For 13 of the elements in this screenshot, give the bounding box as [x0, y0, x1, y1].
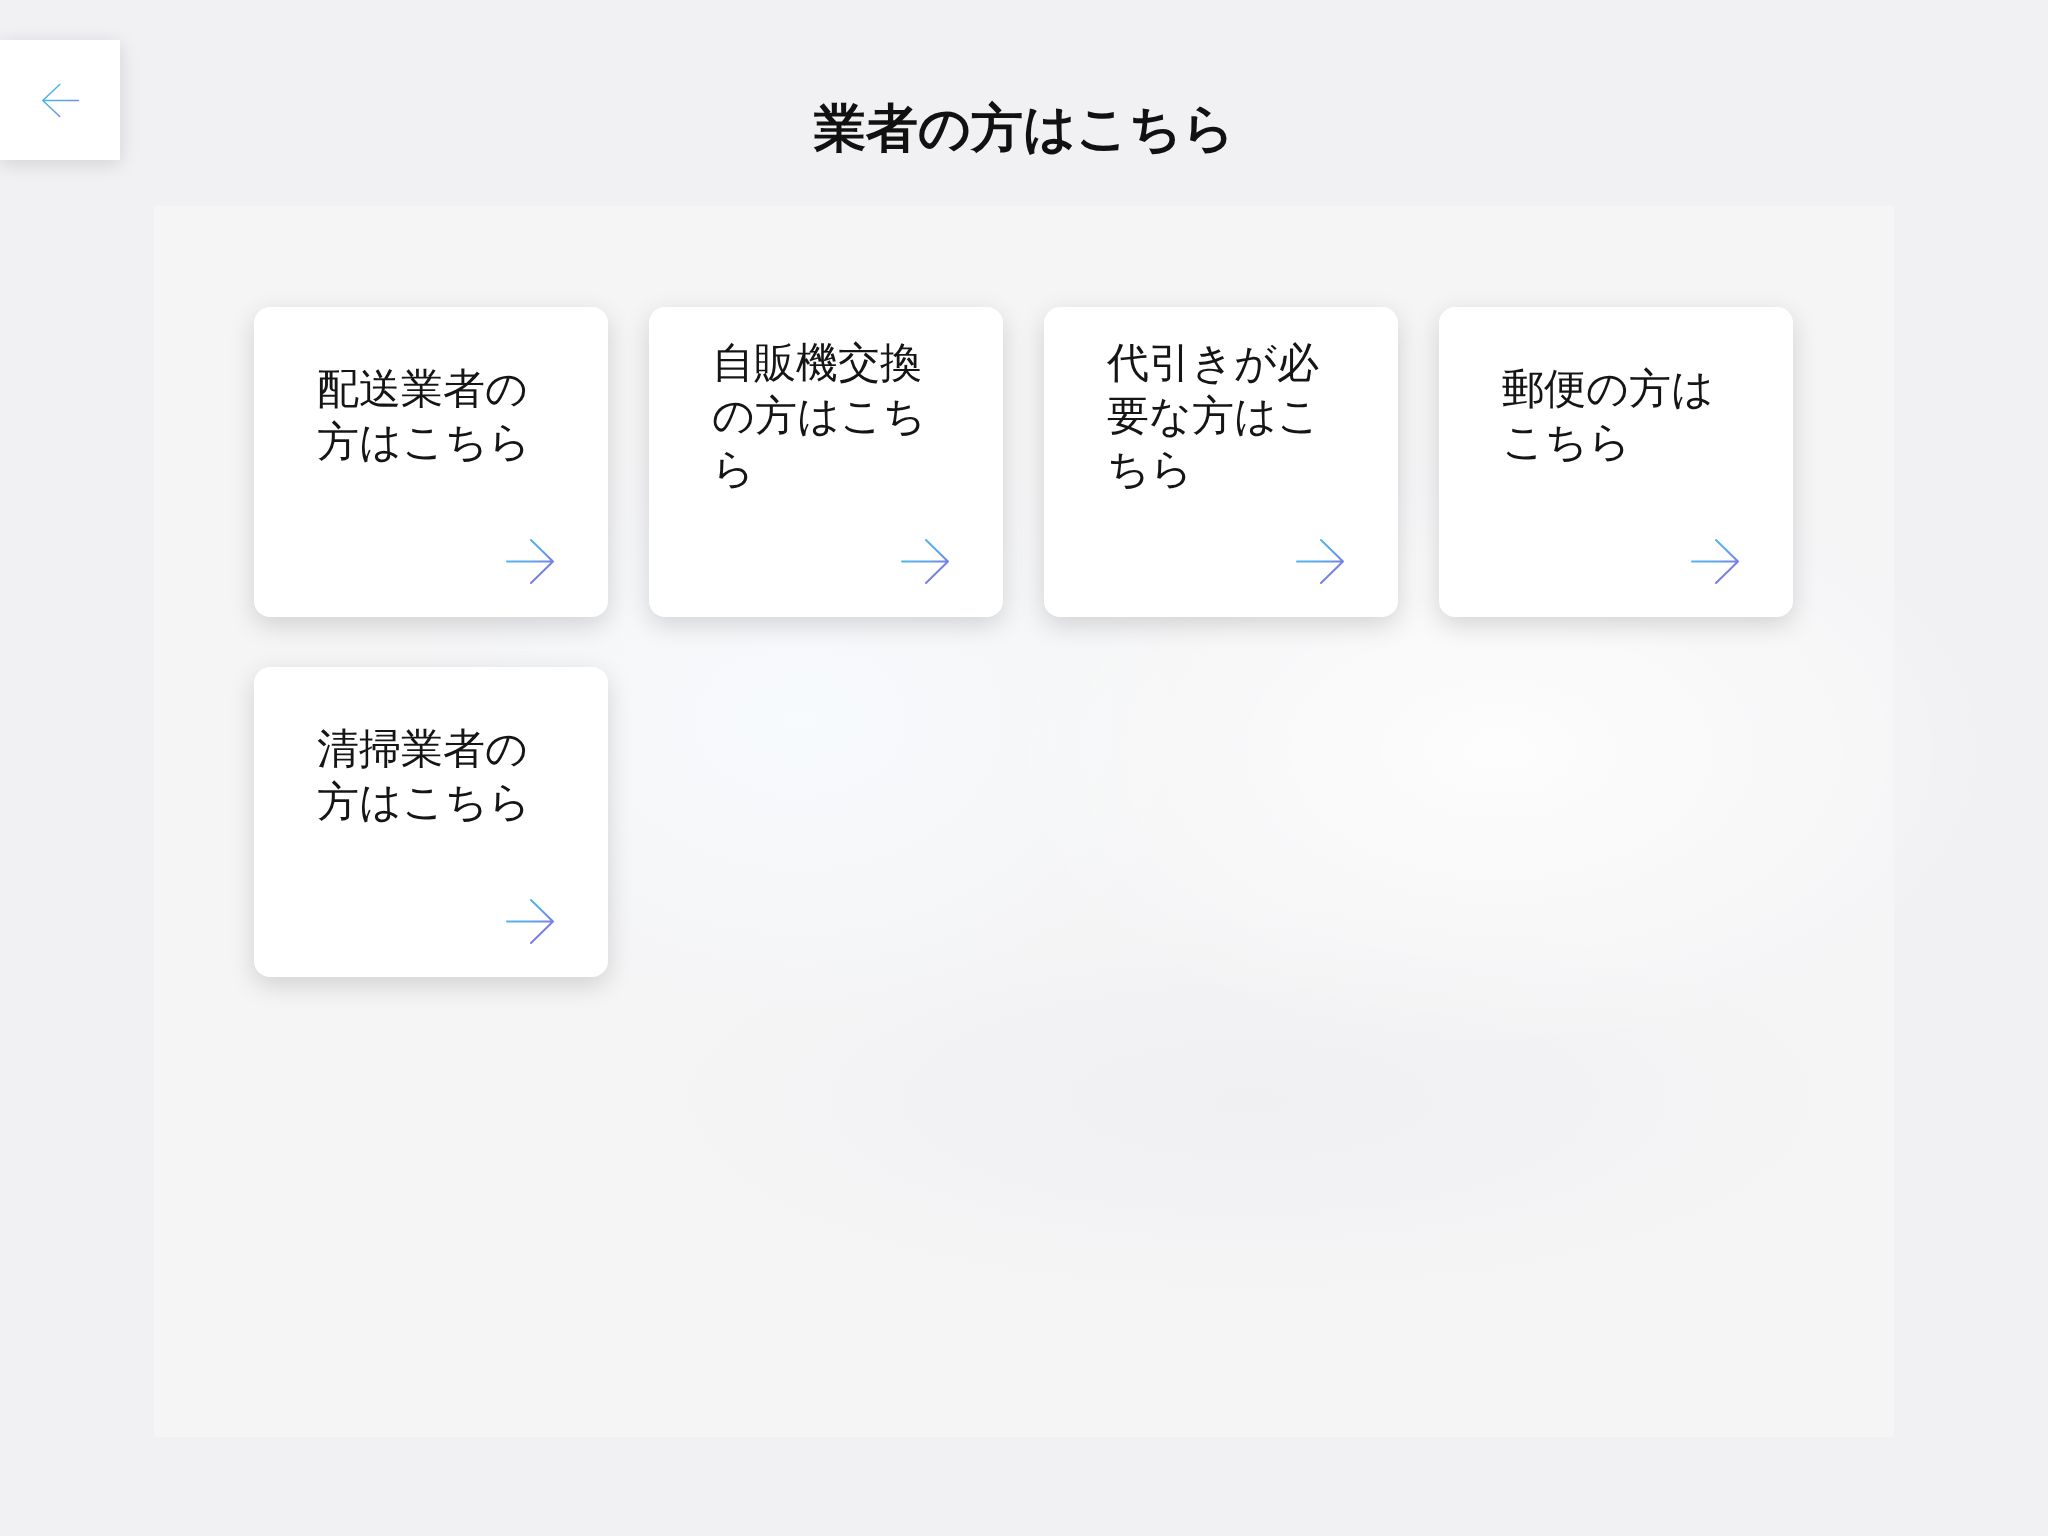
arrow-right-icon — [506, 538, 554, 585]
option-card[interactable]: 郵便の方はこちら — [1439, 307, 1793, 617]
option-card[interactable]: 清掃業者の方はこちら — [254, 667, 608, 977]
option-card[interactable]: 代引きが必要な方はこちら — [1044, 307, 1398, 617]
arrow-right-icon — [1691, 538, 1739, 585]
page-title: 業者の方はこちら — [813, 98, 1235, 160]
back-button[interactable] — [0, 40, 120, 160]
arrow-right-icon — [506, 898, 554, 945]
arrow-left-icon — [41, 82, 79, 118]
option-card[interactable]: 配送業者の方はこちら — [254, 307, 608, 617]
arrow-right-icon — [1296, 538, 1344, 585]
arrow-right-icon — [901, 538, 949, 585]
option-card[interactable]: 自販機交換の方はこちら — [649, 307, 1003, 617]
